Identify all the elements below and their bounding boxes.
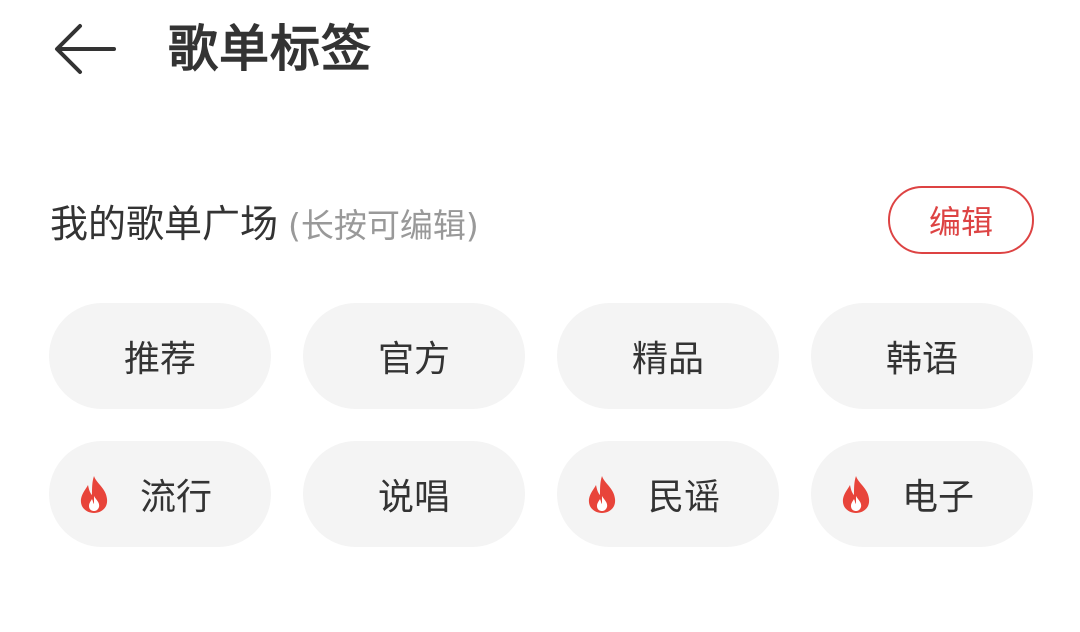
tag-chip[interactable]: 民谣 [557,441,779,547]
tag-label: 精品 [631,339,704,380]
edit-button[interactable]: 编辑 [888,186,1034,254]
tag-label: 民谣 [647,477,720,518]
fire-icon [842,476,870,513]
tag-chip[interactable]: 流行 [49,441,271,547]
tag-label: 官方 [377,339,450,380]
tag-chip[interactable]: 精品 [557,303,779,409]
section-hint: (长按可编辑) [288,206,479,245]
arrow-left-icon [55,24,116,74]
tag-label: 说唱 [377,477,450,518]
section-heading: 我的歌单广场 (长按可编辑) [50,196,479,254]
tag-label: 韩语 [885,339,958,380]
tag-chip[interactable]: 官方 [303,303,525,409]
fire-icon [588,476,616,513]
tag-chip[interactable]: 韩语 [811,303,1033,409]
tag-label: 推荐 [123,339,196,380]
header-bar: 歌单标签 [0,0,1080,110]
section-title: 我的歌单广场 [50,202,279,246]
tag-label: 电子 [901,477,974,518]
tag-chip[interactable]: 电子 [811,441,1033,547]
tag-grid: 推荐 官方 精品 韩语 流行 说唱 民谣 电子 [49,303,1033,547]
tag-chip[interactable]: 推荐 [49,303,271,409]
page-title: 歌单标签 [168,20,372,78]
back-button[interactable] [44,14,124,84]
fire-icon [80,476,108,513]
tag-label: 流行 [139,477,212,518]
tag-chip[interactable]: 说唱 [303,441,525,547]
